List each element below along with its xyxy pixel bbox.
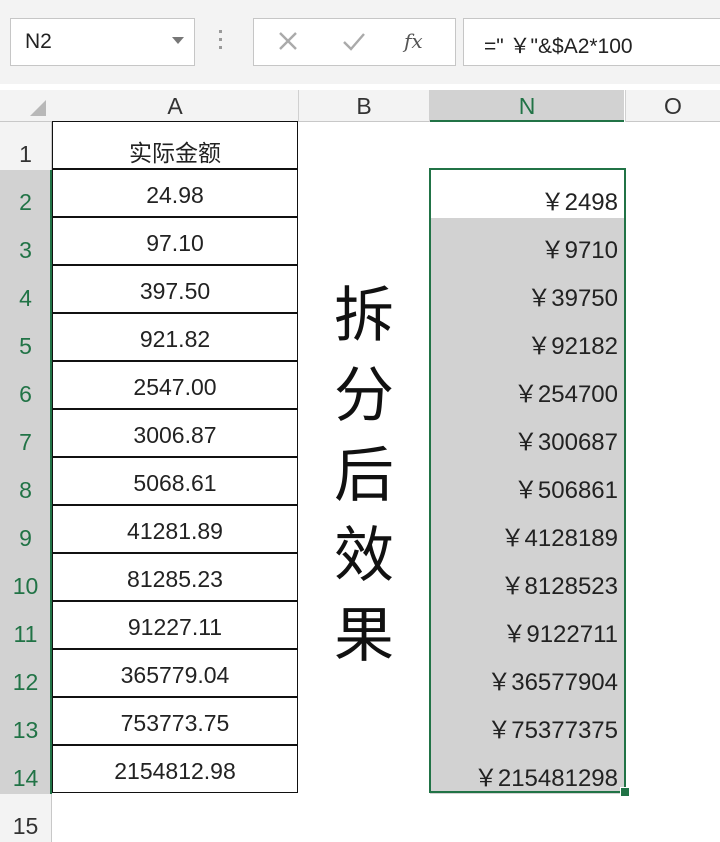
cell-a11[interactable]: 91227.11 [52, 601, 298, 649]
cell-a6[interactable]: 2547.00 [52, 361, 298, 409]
row-header-8[interactable]: 8 [0, 458, 52, 506]
cell-a12[interactable]: 365779.04 [52, 649, 298, 697]
row-header-4[interactable]: 4 [0, 266, 52, 314]
column-header-b[interactable]: B [299, 90, 429, 122]
row-header-1[interactable]: 1 [0, 122, 52, 170]
name-box[interactable]: N2 [10, 18, 195, 66]
cell-a10[interactable]: 81285.23 [52, 553, 298, 601]
cell-a4[interactable]: 397.50 [52, 265, 298, 313]
row-header-15[interactable]: 15 [0, 794, 52, 842]
row-header-10[interactable]: 10 [0, 554, 52, 602]
cell-a8[interactable]: 5068.61 [52, 457, 298, 505]
row-header-13[interactable]: 13 [0, 698, 52, 746]
formula-bar: N2 fx =" ￥"&$A2*100 [0, 0, 720, 84]
row-header-9[interactable]: 9 [0, 506, 52, 554]
row-header-6[interactable]: 6 [0, 362, 52, 410]
row-header-12[interactable]: 12 [0, 650, 52, 698]
column-header-a[interactable]: A [52, 90, 298, 122]
row-header-14[interactable]: 14 [0, 746, 52, 794]
column-header-n[interactable]: N [430, 90, 624, 122]
formula-input[interactable]: =" ￥"&$A2*100 [463, 18, 720, 66]
cell-a2[interactable]: 24.98 [52, 169, 298, 217]
cell-a5[interactable]: 921.82 [52, 313, 298, 361]
cell-a9[interactable]: 41281.89 [52, 505, 298, 553]
formula-bar-grip-icon[interactable] [219, 30, 223, 54]
row-header-7[interactable]: 7 [0, 410, 52, 458]
select-all-corner[interactable] [0, 90, 52, 122]
formula-text: =" ￥"&$A2*100 [484, 35, 633, 58]
name-box-dropdown-icon[interactable] [172, 37, 184, 44]
row-header-3[interactable]: 3 [0, 218, 52, 266]
formula-buttons: fx [253, 18, 456, 66]
split-result-label: 拆 分 后 效 果 [334, 281, 394, 671]
cancel-icon[interactable] [268, 25, 308, 59]
row-header-11[interactable]: 11 [0, 602, 52, 650]
row-header-5[interactable]: 5 [0, 314, 52, 362]
row-header-2[interactable]: 2 [0, 170, 52, 218]
column-header-o[interactable]: O [626, 90, 720, 122]
cell-a7[interactable]: 3006.87 [52, 409, 298, 457]
cell-a1-header[interactable]: 实际金额 [52, 121, 298, 169]
insert-function-icon[interactable]: fx [404, 29, 423, 53]
select-all-triangle-icon [30, 100, 46, 116]
cell-a14[interactable]: 2154812.98 [52, 745, 298, 793]
cell-a13[interactable]: 753773.75 [52, 697, 298, 745]
cell-a3[interactable]: 97.10 [52, 217, 298, 265]
enter-check-icon[interactable] [334, 25, 374, 59]
name-box-value: N2 [25, 30, 52, 53]
selection-border [429, 168, 626, 793]
fill-handle[interactable] [620, 787, 630, 797]
